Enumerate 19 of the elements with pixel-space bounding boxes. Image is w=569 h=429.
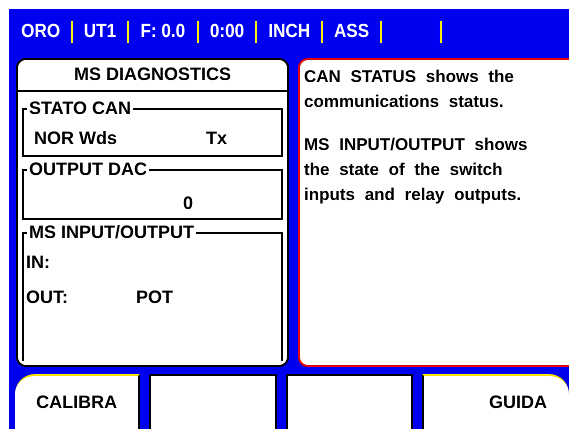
blank-softkey[interactable] bbox=[286, 374, 413, 429]
status-item: ORO bbox=[20, 20, 62, 43]
status-item: ASS bbox=[333, 20, 370, 43]
blank-softkey[interactable] bbox=[149, 374, 276, 429]
help-text: CAN STATUS shows the communications status. bbox=[304, 66, 515, 113]
status-item: F: 0.0 bbox=[140, 20, 186, 43]
panel-title: MS DIAGNOSTICS bbox=[18, 60, 287, 92]
status-item: 0:00 bbox=[208, 20, 245, 43]
status-item: INCH bbox=[267, 20, 311, 43]
status-value: NOR Wds bbox=[34, 128, 117, 149]
help-text: MS INPUT/OUTPUT shows the state of the switch inputs and relay outputs. bbox=[304, 134, 528, 206]
io-label: IN: bbox=[26, 252, 51, 273]
io-label: OUT: bbox=[26, 286, 69, 308]
softkey[interactable]: CALIBRA bbox=[15, 374, 140, 429]
status-value: Tx bbox=[206, 128, 227, 149]
softkey[interactable]: GUIDA bbox=[422, 374, 569, 429]
dac-value: 0 bbox=[182, 192, 193, 214]
io-value: POT bbox=[136, 286, 174, 308]
status-item: UT1 bbox=[83, 20, 118, 43]
